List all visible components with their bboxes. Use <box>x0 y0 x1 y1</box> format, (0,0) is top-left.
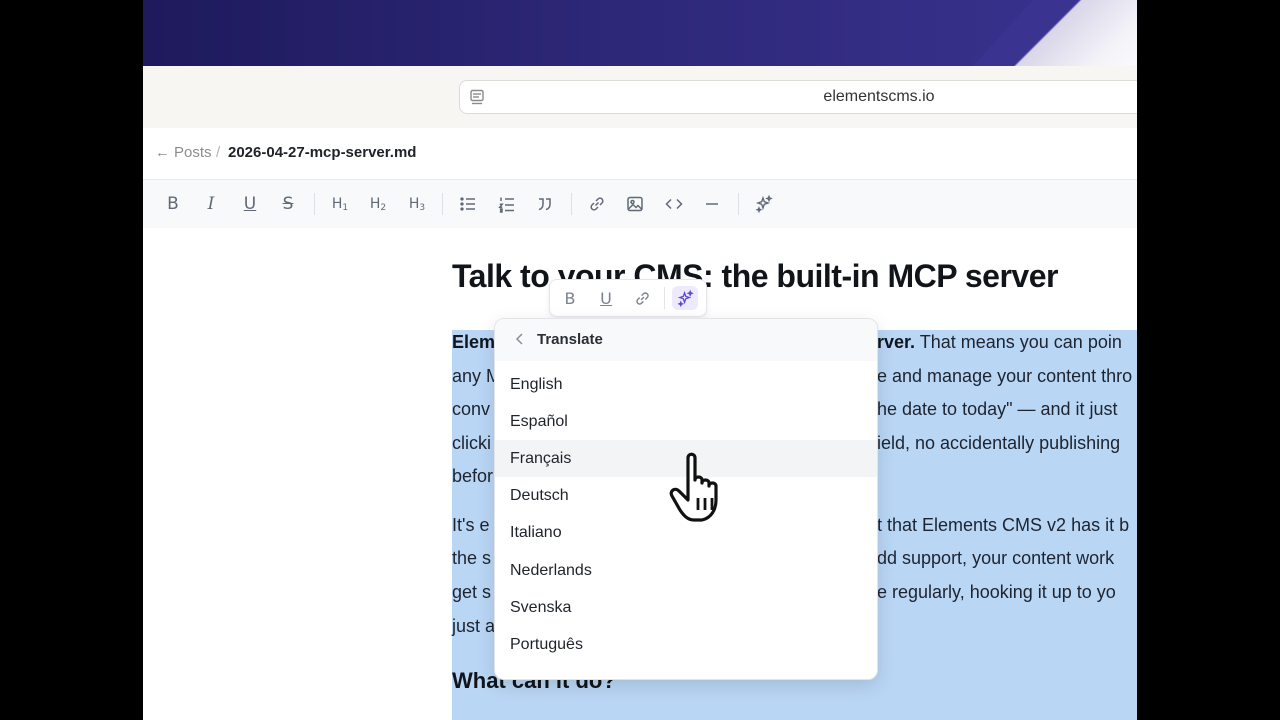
paragraph-line[interactable]: It's e <box>452 515 489 536</box>
language-option-svenska[interactable]: Svenska <box>495 589 877 626</box>
link-button[interactable] <box>584 192 610 216</box>
breadcrumb-separator: / <box>216 144 221 161</box>
strikethrough-button[interactable]: S <box>275 192 301 216</box>
sparkles-icon <box>676 289 694 307</box>
image-icon <box>627 196 643 212</box>
horizontal-rule-icon <box>706 203 718 205</box>
language-option-nederlands[interactable]: Nederlands <box>495 552 877 589</box>
blockquote-button[interactable] <box>532 192 558 216</box>
bold-icon: B <box>167 194 179 214</box>
heading-1-button[interactable]: H1 <box>327 192 353 216</box>
breadcrumb: ← Posts / 2026-04-27-mcp-server.md <box>143 128 1137 180</box>
sparkles-icon <box>755 195 773 213</box>
bubble-toolbar: B U <box>549 279 707 317</box>
bubble-bold-button[interactable]: B <box>557 286 583 310</box>
editor-toolbar: B I U S H1 H2 H3 <box>143 180 1137 228</box>
screen: elementscms.io ← Posts / 2026-04-27-mcp-… <box>143 0 1137 720</box>
heading-1-icon: H1 <box>331 195 349 213</box>
paragraph-line[interactable]: dd support, your content work <box>877 548 1114 569</box>
toolbar-divider <box>314 193 315 215</box>
desktop-wallpaper <box>143 0 1137 66</box>
bubble-divider <box>664 287 665 309</box>
heading-2-button[interactable]: H2 <box>365 192 391 216</box>
bold-icon: B <box>564 288 576 308</box>
chevron-left-icon[interactable] <box>513 331 527 347</box>
underline-icon: U <box>600 288 612 308</box>
hand-pointer-cursor-icon <box>669 452 718 522</box>
ordered-list-icon <box>498 197 514 213</box>
paragraph-line[interactable]: befor <box>452 466 493 487</box>
horizontal-rule-button[interactable] <box>699 192 725 216</box>
strikethrough-icon: S <box>282 194 294 214</box>
underline-icon: U <box>243 194 257 214</box>
paragraph-line[interactable]: t that Elements CMS v2 has it b <box>877 515 1129 536</box>
url-text: elementscms.io <box>823 88 935 105</box>
bubble-ai-button[interactable] <box>672 286 698 310</box>
italic-button[interactable]: I <box>198 192 224 216</box>
italic-icon: I <box>207 194 215 214</box>
file-name: 2026-04-27-mcp-server.md <box>228 144 417 161</box>
toolbar-divider <box>738 193 739 215</box>
bold-button[interactable]: B <box>160 192 186 216</box>
ai-assistant-button[interactable] <box>751 192 777 216</box>
language-option-english[interactable]: English <box>495 366 877 403</box>
code-button[interactable] <box>661 192 687 216</box>
bubble-underline-button[interactable]: U <box>593 286 619 310</box>
paragraph-line[interactable]: get s <box>452 582 491 603</box>
arrow-left-icon: ← <box>155 144 170 161</box>
bullet-list-icon <box>460 197 475 211</box>
translate-menu-header: Translate <box>495 319 877 361</box>
bubble-link-button[interactable] <box>629 286 655 310</box>
heading-3-button[interactable]: H3 <box>404 192 430 216</box>
paragraph-line[interactable]: conv <box>452 399 490 420</box>
heading-2-icon: H2 <box>369 195 387 213</box>
toolbar-divider <box>571 193 572 215</box>
paragraph-line[interactable]: ield, no accidentally publishing <box>877 433 1120 454</box>
link-icon <box>590 197 604 211</box>
url-field[interactable]: elementscms.io <box>459 80 1137 114</box>
browser-address-bar: elementscms.io <box>143 66 1137 129</box>
language-option-espanol[interactable]: Español <box>495 403 877 440</box>
back-label: Posts <box>174 144 212 161</box>
link-icon <box>635 291 649 305</box>
underline-button[interactable]: U <box>237 192 263 216</box>
paragraph-line[interactable]: rver. That means you can poin <box>877 332 1122 353</box>
code-icon <box>665 198 683 210</box>
paragraph-line[interactable]: Elem <box>452 332 495 353</box>
paragraph-line[interactable]: e and manage your content thro <box>877 366 1132 387</box>
paragraph-line[interactable]: he date to today" — and it just <box>877 399 1118 420</box>
image-button[interactable] <box>622 192 648 216</box>
paragraph-line[interactable]: clicki <box>452 433 491 454</box>
paragraph-line[interactable]: the s <box>452 548 491 569</box>
wallpaper-page-curl <box>973 0 1137 66</box>
paragraph-line[interactable]: e regularly, hooking it up to yo <box>877 582 1116 603</box>
heading-3-icon: H3 <box>408 195 426 213</box>
language-option-portugues[interactable]: Português <box>495 626 877 663</box>
quote-icon <box>538 198 551 211</box>
bullet-list-button[interactable] <box>455 192 481 216</box>
back-to-posts-link[interactable]: ← Posts <box>155 144 212 161</box>
toolbar-divider <box>442 193 443 215</box>
ordered-list-button[interactable] <box>494 192 520 216</box>
translate-menu-title: Translate <box>537 331 603 348</box>
paragraph-line[interactable]: just a <box>452 616 495 637</box>
